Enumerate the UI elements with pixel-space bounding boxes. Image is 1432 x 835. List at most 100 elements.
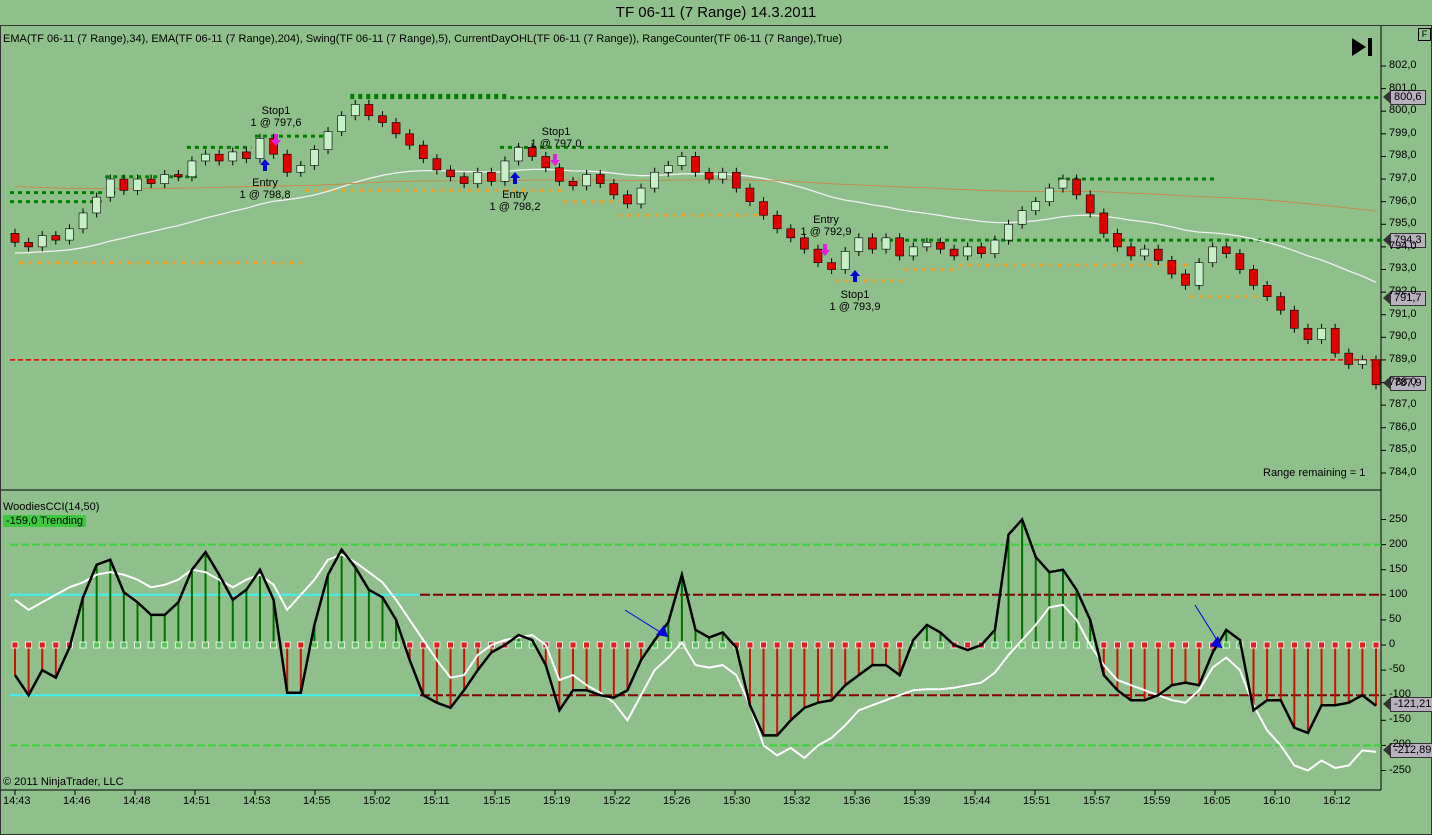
cci-zero-marker	[814, 641, 822, 649]
candle-down	[1262, 285, 1272, 297]
cci-zero-marker	[242, 641, 250, 649]
candle-up	[500, 160, 510, 182]
time-tick-label: 15:39	[903, 795, 931, 807]
candle-down	[1085, 194, 1095, 214]
candle-up	[1058, 178, 1068, 189]
candle-down	[242, 151, 251, 160]
candle-down	[1303, 327, 1313, 340]
cci-zero-marker	[106, 641, 114, 649]
candle-up	[337, 115, 346, 132]
price-tick-label: 795,0	[1389, 217, 1417, 230]
price-tick-label: 785,0	[1389, 443, 1417, 456]
cci-tick-label: -150	[1389, 713, 1412, 726]
candle-down	[51, 235, 61, 241]
cci-tick-label: 100	[1389, 587, 1408, 600]
cci-zero-marker	[583, 641, 591, 649]
candle-up	[650, 171, 659, 189]
cci-zero-marker	[1195, 641, 1203, 649]
cci-zero-marker	[1318, 641, 1325, 649]
price-tick-label: 784,0	[1389, 465, 1417, 478]
candle-up	[187, 160, 197, 178]
price-tick-label: 801,0	[1389, 81, 1417, 94]
cci-panel	[10, 517, 1381, 772]
cci-zero-marker	[433, 641, 441, 649]
cci-zero-marker	[215, 641, 223, 649]
cci-zero-marker	[270, 641, 277, 649]
cci-zero-marker	[624, 641, 631, 649]
candle-up	[105, 178, 115, 198]
candle-up	[296, 165, 306, 173]
candle-down	[1126, 246, 1136, 257]
cci-zero-marker	[556, 641, 563, 649]
candle-up	[663, 165, 673, 173]
axes	[14, 65, 1386, 795]
candle-up	[1031, 201, 1041, 212]
sell-arrow-icon	[550, 154, 560, 166]
cci-zero-marker	[828, 641, 835, 649]
candle-down	[214, 153, 224, 162]
candle-down	[1113, 233, 1122, 248]
candle-up	[1017, 210, 1027, 225]
cci-zero-marker	[1073, 641, 1080, 649]
candle-down	[609, 183, 619, 196]
candle-down	[1221, 246, 1231, 254]
cci-zero-marker	[692, 641, 699, 649]
cci-zero-marker	[311, 641, 318, 649]
cci-zero-marker	[1222, 641, 1230, 649]
cci-zero-marker	[719, 641, 727, 649]
cci-zero-marker	[841, 641, 849, 649]
candle-up	[1045, 187, 1054, 202]
time-tick-label: 16:05	[1203, 795, 1231, 807]
stop-annotation: Stop1 1 @ 797,0	[530, 126, 582, 150]
cci-zero-marker	[38, 641, 46, 649]
f-button[interactable]: F	[1418, 28, 1431, 41]
candle-down	[1099, 212, 1109, 234]
time-tick-label: 15:19	[543, 795, 571, 807]
cci-zero-marker	[923, 641, 931, 649]
indicators-label: EMA(TF 06-11 (7 Range),34), EMA(TF 06-11…	[3, 33, 843, 45]
time-tick-label: 15:44	[963, 795, 991, 807]
cci-zero-marker	[256, 641, 264, 649]
candle-down	[868, 237, 877, 250]
cci-zero-marker	[188, 641, 196, 649]
cci-zero-marker	[379, 641, 386, 649]
candle-down	[895, 237, 904, 257]
time-tick-label: 15:15	[483, 795, 511, 807]
candle-up	[92, 196, 101, 214]
candle-up	[514, 147, 523, 162]
candle-down	[405, 133, 414, 146]
candle-down	[772, 214, 782, 230]
time-tick-label: 15:57	[1083, 795, 1111, 807]
cci-zero-marker	[937, 641, 944, 649]
cci-zero-marker	[338, 641, 346, 649]
cci-trend-badge: -159,0 Trending	[3, 515, 87, 527]
cci-zero-marker	[1005, 641, 1012, 649]
cci-zero-marker	[1304, 641, 1312, 649]
cci-zero-marker	[79, 641, 87, 649]
cci-zero-marker	[1290, 641, 1298, 649]
cci-zero-marker	[202, 641, 209, 649]
cci-tick-label: 250	[1389, 512, 1408, 525]
chart-canvas[interactable]	[0, 0, 1432, 835]
entry-annotation: Entry 1 @ 792,9	[800, 214, 852, 238]
price-tick-label: 797,0	[1389, 172, 1417, 185]
candle-up	[718, 171, 728, 180]
cci-zero-marker	[596, 641, 604, 649]
price-tick-label: 800,0	[1389, 104, 1417, 117]
time-tick-label: 15:59	[1143, 795, 1171, 807]
candle-down	[1249, 269, 1258, 286]
candle-up	[990, 239, 1000, 254]
candle-up	[37, 235, 47, 248]
time-tick-label: 15:22	[603, 795, 631, 807]
cci-tick-label: 0	[1389, 638, 1396, 650]
candle-up	[1140, 248, 1149, 257]
cci-zero-marker	[964, 641, 972, 649]
candle-up	[908, 246, 918, 257]
cci-zero-marker	[52, 641, 60, 649]
candle-down	[10, 233, 20, 243]
scroll-to-end-icon[interactable]	[1350, 36, 1374, 58]
cci-zero-marker	[1127, 641, 1135, 649]
candle-up	[922, 242, 932, 248]
candle-down	[1181, 273, 1190, 286]
candle-down	[146, 178, 156, 184]
